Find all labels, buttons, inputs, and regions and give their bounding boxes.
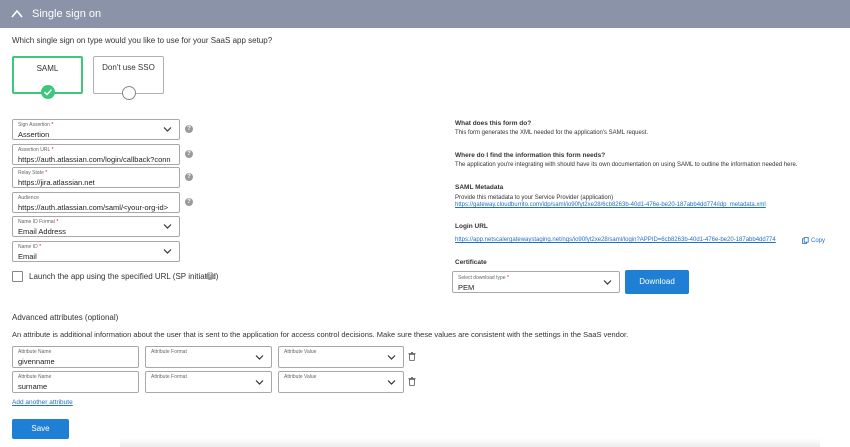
field-label: Attribute Name — [18, 349, 52, 355]
field-label: Name ID — [18, 244, 38, 250]
download-button[interactable]: Download — [625, 270, 689, 294]
field-label: Relay State — [18, 170, 44, 176]
field-label: Select download type — [458, 275, 506, 281]
help-icon[interactable]: ? — [185, 173, 193, 181]
field-value: surname — [18, 382, 48, 391]
name-id-select[interactable]: Name ID * Email — [12, 241, 180, 262]
trash-icon[interactable] — [408, 352, 416, 361]
section-header[interactable]: Single sign on — [0, 0, 850, 28]
name-id-format-select[interactable]: Name ID Format * Email Address — [12, 216, 180, 237]
field-value: givenname — [18, 357, 55, 366]
launch-sp-initiated-label: Launch the app using the specified URL (… — [29, 272, 219, 281]
copy-label: Copy — [811, 237, 826, 244]
field-value: Email — [18, 252, 37, 261]
advanced-title: Advanced attributes (optional) — [12, 313, 119, 322]
sso-option-label: SAML — [36, 64, 59, 73]
field-value: https://auth.atlassian.com/saml/<your-or… — [18, 203, 169, 212]
help-icon[interactable]: ? — [185, 125, 193, 133]
attribute-format-select[interactable]: Attribute Format — [145, 346, 272, 368]
info-where-title: Where do I find the information this for… — [455, 152, 606, 159]
launch-sp-initiated-checkbox[interactable] — [12, 271, 23, 282]
field-label: Attribute Value — [284, 349, 317, 355]
relay-state-field[interactable]: Relay State * https://jira.atlassian.net — [12, 167, 180, 188]
trash-icon[interactable] — [408, 377, 416, 386]
metadata-link[interactable]: https://gateway.cloudburrito.com/idp/sam… — [455, 202, 766, 208]
sso-question: Which single sign on type would you like… — [12, 36, 273, 45]
required-mark: * — [51, 122, 54, 128]
sso-option-label: Don't use SSO — [102, 63, 155, 72]
chevron-down-icon — [163, 127, 172, 132]
required-mark: * — [51, 147, 54, 153]
info-metadata-title: SAML Metadata — [455, 184, 504, 191]
field-label: Attribute Format — [151, 374, 187, 380]
chevron-down-icon — [387, 380, 396, 385]
field-value: PEM — [458, 283, 475, 292]
field-label: Audience — [18, 195, 39, 201]
info-metadata-text: Provide this metadata to your Service Pr… — [455, 195, 614, 201]
chevron-down-icon — [387, 355, 396, 360]
chevron-down-icon — [255, 355, 264, 360]
field-label: Assertion URL — [18, 147, 51, 153]
attribute-name-field[interactable]: Attribute Name surname — [12, 371, 139, 393]
field-value: Email Address — [18, 227, 66, 236]
info-cert-title: Certificate — [455, 259, 487, 266]
chevron-down-icon — [163, 224, 172, 229]
certificate-type-select[interactable]: Select download type * PEM — [452, 271, 620, 293]
attribute-name-field[interactable]: Attribute Name givenname — [12, 346, 139, 368]
login-url-link[interactable]: https://app.netscalergatewaystaging.net/… — [455, 237, 776, 243]
required-mark: * — [39, 244, 42, 250]
copy-icon — [802, 237, 809, 244]
help-icon[interactable]: ? — [185, 150, 193, 158]
save-button[interactable]: Save — [12, 419, 69, 439]
section-title: Single sign on — [32, 8, 102, 20]
field-value: Assertion — [18, 130, 50, 139]
field-value: https://jira.atlassian.net — [18, 178, 95, 187]
chevron-down-icon — [255, 380, 264, 385]
chevron-down-icon — [163, 249, 172, 254]
checkmark-icon — [40, 85, 55, 99]
advanced-description: An attribute is additional information a… — [12, 330, 629, 339]
info-login-title: Login URL — [455, 223, 488, 230]
info-what-title: What does this form do? — [455, 120, 532, 127]
required-mark: * — [45, 170, 48, 176]
chevron-down-icon — [603, 280, 612, 285]
help-icon[interactable]: ? — [206, 272, 214, 280]
radio-empty-icon — [121, 86, 136, 100]
sign-assertion-select[interactable]: Sign Assertion * Assertion — [12, 119, 180, 140]
copy-button[interactable]: Copy — [802, 237, 825, 244]
field-label: Attribute Value — [284, 374, 317, 380]
field-label: Sign Assertion — [18, 122, 50, 128]
info-where-text: The application you're integrating with … — [455, 162, 798, 168]
info-what-text: This form generates the XML needed for t… — [455, 130, 649, 136]
audience-field[interactable]: Audience https://auth.atlassian.com/saml… — [12, 192, 180, 213]
sso-option-none[interactable]: Don't use SSO — [93, 56, 164, 100]
attribute-value-select[interactable]: Attribute Value — [278, 346, 404, 368]
field-label: Name ID Format — [18, 219, 55, 225]
help-icon[interactable]: ? — [185, 198, 193, 206]
attribute-format-select[interactable]: Attribute Format — [145, 371, 272, 393]
chevron-up-icon[interactable] — [10, 7, 24, 21]
add-attribute-link[interactable]: Add another attribute — [12, 399, 73, 406]
field-label: Attribute Format — [151, 349, 187, 355]
required-mark: * — [506, 275, 509, 281]
scroll-shadow — [120, 438, 820, 447]
assertion-url-field[interactable]: Assertion URL * https://auth.atlassian.c… — [12, 144, 180, 165]
required-mark: * — [56, 219, 59, 225]
attribute-value-select[interactable]: Attribute Value — [278, 371, 404, 393]
sso-option-saml[interactable]: SAML — [12, 56, 83, 99]
field-label: Attribute Name — [18, 374, 52, 380]
field-value: https://auth.atlassian.com/login/callbac… — [18, 155, 171, 164]
